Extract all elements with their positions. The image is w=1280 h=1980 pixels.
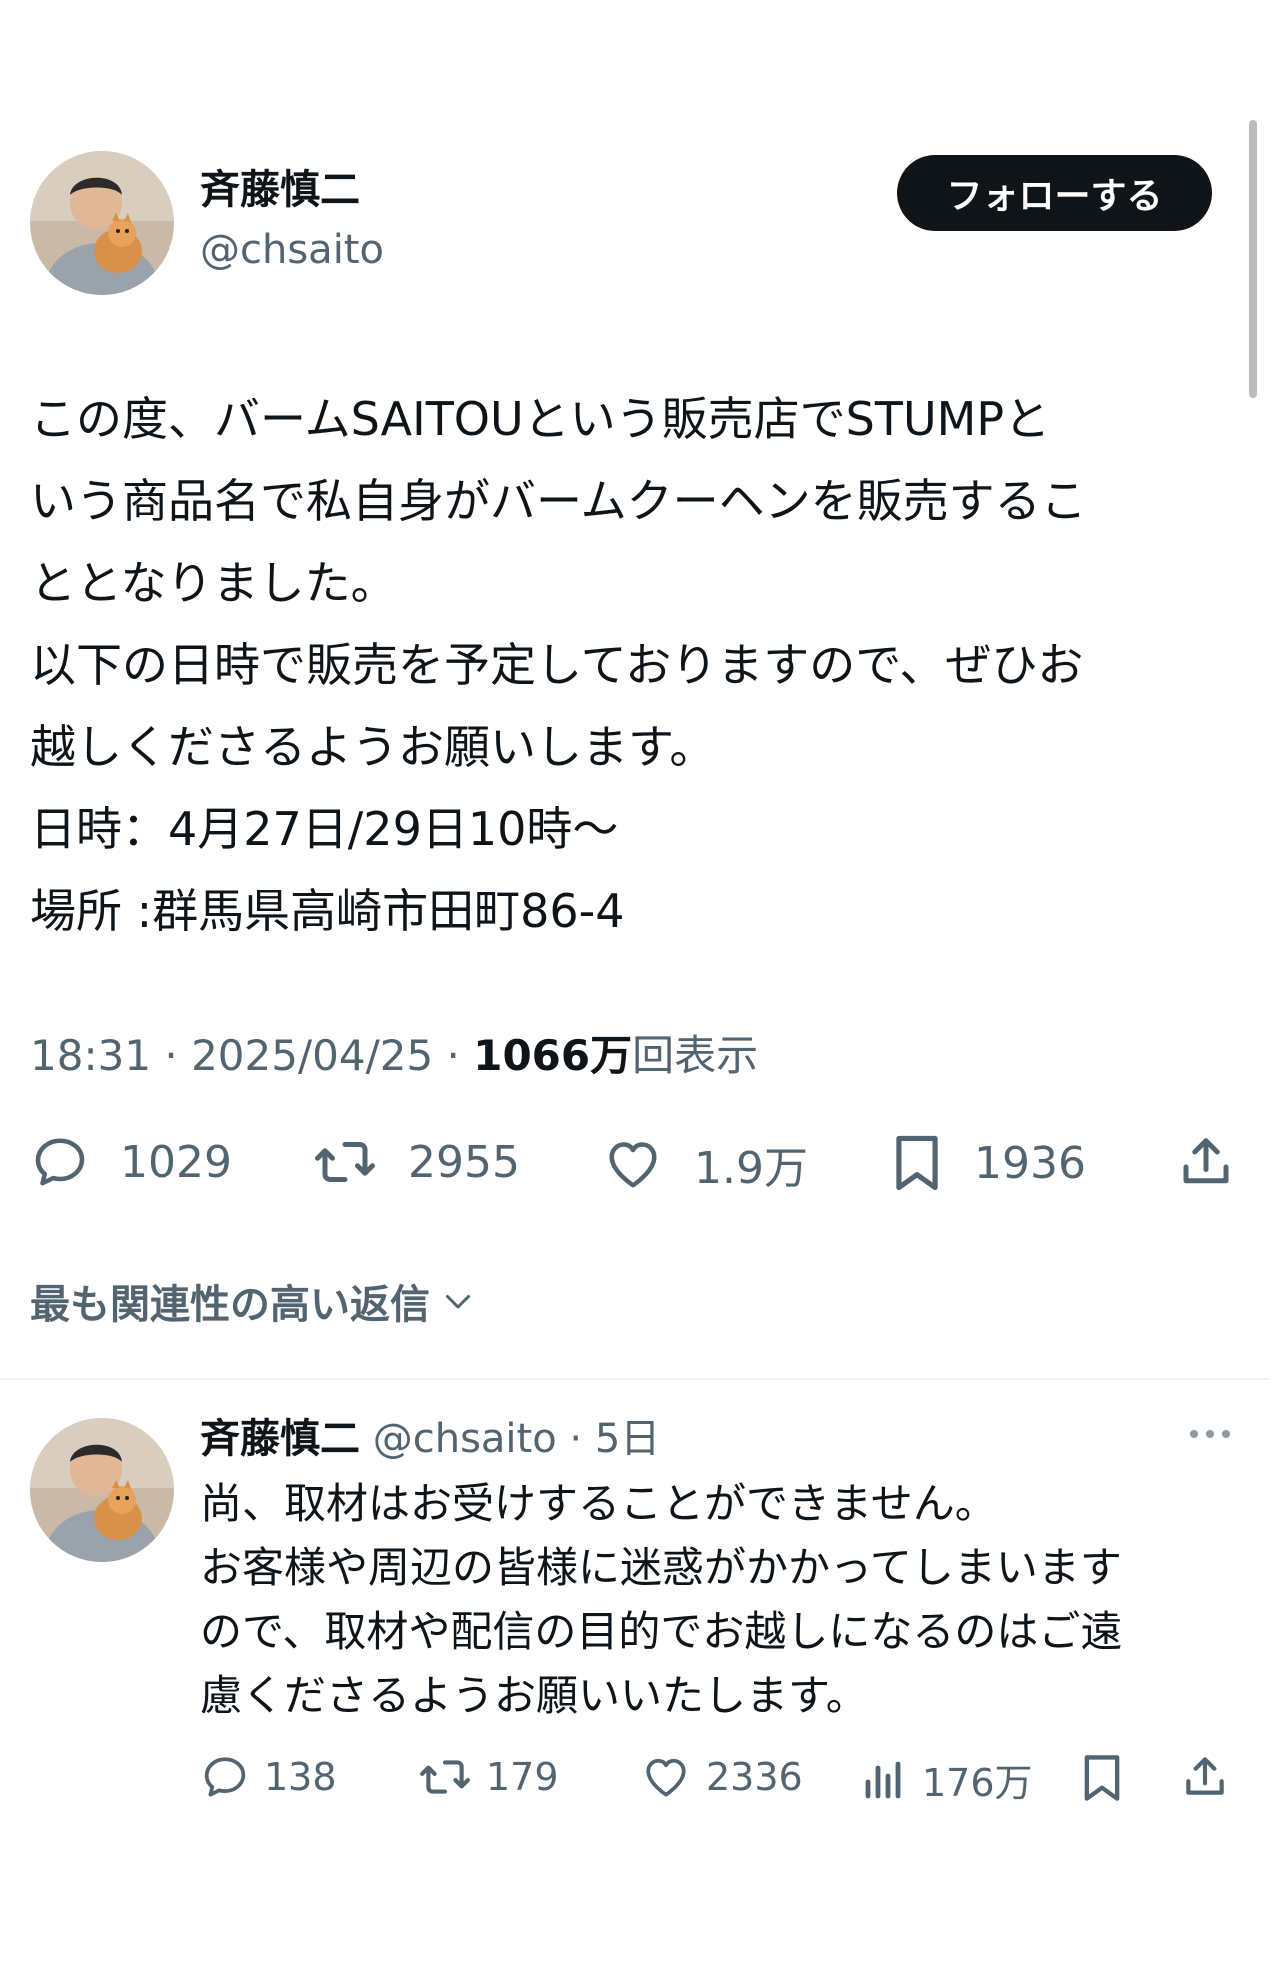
reply-author-handle[interactable]: @chsaito — [373, 1416, 557, 1462]
retweet-count: 2955 — [408, 1136, 520, 1188]
heart-icon — [646, 1758, 686, 1797]
like-button[interactable]: 1.9万 — [602, 1132, 808, 1196]
reply-text-line: お客様や周辺の皆様に迷惑がかかってしまいます — [200, 1543, 1122, 1592]
tweet-text: この度、バームSAITOUという販売店でSTUMPと いう商品名で私自身がバーム… — [30, 378, 1230, 952]
reply-retweet-count: 179 — [486, 1755, 559, 1799]
reply-timestamp[interactable]: 5日 — [595, 1416, 660, 1462]
tweet-text-line: この度、バームSAITOUという販売店でSTUMPと — [30, 392, 1051, 446]
author-name[interactable]: 斉藤慎二 — [200, 166, 360, 214]
reply-retweet-button[interactable]: 179 — [418, 1752, 559, 1802]
reply-count: 1029 — [120, 1136, 232, 1188]
reply-views-count: 176万 — [922, 1761, 1033, 1805]
reply-author-avatar[interactable] — [30, 1418, 174, 1562]
reply-text-line: 尚、取材はお受けすることができません。 — [200, 1479, 997, 1528]
share-icon — [1183, 1138, 1229, 1184]
retweet-icon — [315, 1142, 375, 1182]
reply-reply-button[interactable]: 138 — [200, 1752, 337, 1802]
reply-like-button[interactable]: 2336 — [640, 1752, 803, 1802]
reply-sort-dropdown[interactable]: 最も関連性の高い返信 — [30, 1272, 476, 1330]
more-icon — [1190, 1430, 1230, 1438]
reply-text-line: ので、取材や配信の目的でお越しになるのはご遠 — [200, 1607, 1123, 1656]
reply-author-name[interactable]: 斉藤慎二 — [200, 1416, 360, 1462]
reply-text: 尚、取材はお受けすることができません。 お客様や周辺の皆様に迷惑がかかってしまい… — [200, 1472, 1260, 1728]
reply-bookmark-button[interactable] — [1080, 1752, 1124, 1804]
reply-text-line: 慮くださるようお願いいたします。 — [200, 1671, 868, 1720]
tweet-text-line: 日時：4月27日/29日10時〜 — [30, 802, 619, 856]
share-button[interactable] — [1176, 1132, 1236, 1192]
tweet-text-line: 越しくださるようお願いします。 — [30, 720, 716, 774]
tweet-timestamp[interactable]: 18:31 · 2025/04/25 · — [30, 1031, 473, 1080]
separator-dot: · — [556, 1416, 595, 1462]
bookmark-icon — [896, 1135, 938, 1191]
analytics-icon — [865, 1761, 901, 1798]
share-icon — [1186, 1757, 1224, 1795]
retweet-button[interactable]: 2955 — [312, 1132, 520, 1192]
bookmark-icon — [1084, 1755, 1120, 1801]
bookmark-count: 1936 — [974, 1137, 1086, 1189]
reply-button[interactable]: 1029 — [30, 1132, 232, 1192]
reply-sort-label: 最も関連性の高い返信 — [30, 1282, 430, 1328]
heart-icon — [609, 1142, 657, 1188]
tweet-text-line: 場所 :群馬県高崎市田町86-4 — [30, 884, 625, 938]
like-count: 1.9万 — [694, 1143, 808, 1194]
divider — [0, 1378, 1270, 1380]
author-avatar[interactable] — [30, 151, 174, 295]
tweet-text-line: ととなりました。 — [30, 556, 397, 610]
scrollbar[interactable] — [1249, 120, 1257, 398]
more-options-button[interactable] — [1186, 1426, 1234, 1446]
retweet-icon — [420, 1760, 470, 1794]
author-handle[interactable]: @chsaito — [200, 226, 384, 274]
views-label: 回表示 — [632, 1031, 759, 1080]
bookmark-button[interactable]: 1936 — [890, 1132, 1086, 1194]
reply-icon — [204, 1757, 246, 1797]
follow-button[interactable]: フォローする — [897, 155, 1212, 231]
reply-reply-count: 138 — [264, 1755, 337, 1799]
reply-header: 斉藤慎二 @chsaito · 5日 — [200, 1412, 660, 1466]
chevron-down-icon — [446, 1295, 470, 1309]
reply-views-button[interactable]: 176万 — [860, 1752, 1033, 1807]
tweet-text-line: 以下の日時で販売を予定しておりますので、ぜひお — [30, 638, 1084, 692]
tweet-meta: 18:31 · 2025/04/25 · 1066万回表示 — [30, 1030, 758, 1082]
views-count: 1066万 — [473, 1031, 633, 1080]
tweet-text-line: いう商品名で私自身がバームクーヘンを販売するこ — [30, 474, 1087, 528]
reply-like-count: 2336 — [706, 1755, 803, 1799]
reply-share-button[interactable] — [1180, 1752, 1230, 1802]
reply-icon — [35, 1138, 85, 1186]
